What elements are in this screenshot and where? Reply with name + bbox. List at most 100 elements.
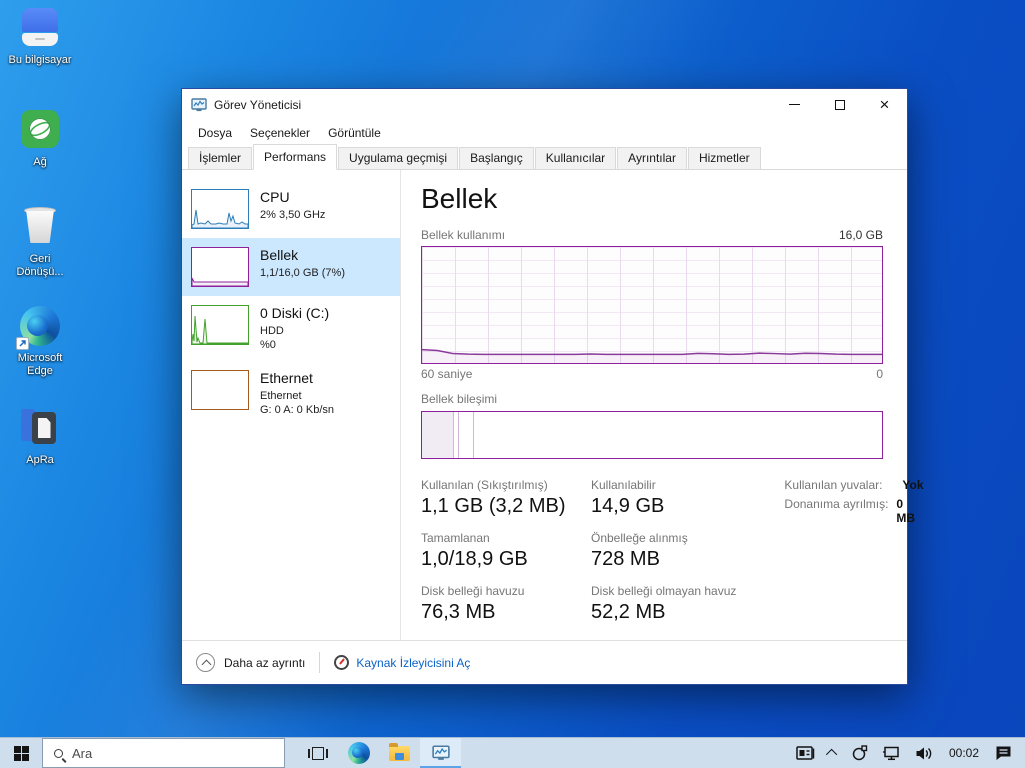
- memory-stats-grid: Kullanılan (Sıkıştırılmış) 1,1 GB (3,2 M…: [421, 478, 736, 624]
- show-hidden-icons-button[interactable]: [822, 738, 844, 768]
- memory-usage-chart: [421, 246, 883, 364]
- usage-chart-max: 16,0 GB: [838, 228, 883, 242]
- stat-cached: Önbelleğe alınmış 728 MB: [591, 531, 688, 570]
- memory-composition-bar: [421, 411, 883, 459]
- menu-file[interactable]: Dosya: [189, 122, 241, 144]
- windows-logo-icon: [13, 745, 29, 761]
- stat-nonpaged-pool: Disk belleği olmayan havuz 52,2 MB: [591, 584, 737, 623]
- system-tray: 00:02: [789, 738, 1025, 768]
- menu-view[interactable]: Görüntüle: [319, 122, 390, 144]
- taskbar: 00:02: [0, 737, 1025, 768]
- desktop-icon-network[interactable]: Ağ: [6, 108, 74, 169]
- desktop-icon-label: Microsoft Edge: [17, 352, 63, 377]
- tab-hizmetler[interactable]: Hizmetler: [687, 147, 761, 169]
- minimize-icon: [789, 104, 800, 105]
- desktop-icon-label: Ağ: [33, 156, 47, 168]
- task-view-button[interactable]: [297, 738, 338, 768]
- cpu-mini-chart: [191, 189, 249, 229]
- ethernet-mini-chart: [191, 370, 249, 410]
- close-button[interactable]: ×: [862, 89, 907, 120]
- action-center-button[interactable]: [988, 738, 1019, 768]
- sidebar-item-disk[interactable]: 0 Diski (C:) HDD %0: [182, 296, 400, 361]
- task-manager-app-icon: [191, 97, 207, 111]
- composition-label: Bellek bileşimi: [421, 392, 498, 406]
- edge-icon: [16, 306, 61, 350]
- taskbar-file-explorer-button[interactable]: [379, 738, 420, 768]
- desktop-icon-label: Bu bilgisayar: [8, 54, 72, 66]
- usage-chart-x-left: 60 saniye: [421, 367, 473, 381]
- network-icon: [19, 110, 61, 152]
- page-title: Bellek: [421, 183, 498, 214]
- file-explorer-icon: [389, 742, 410, 761]
- shortcut-arrow-icon: [16, 337, 29, 350]
- taskbar-edge-button[interactable]: [338, 738, 379, 768]
- performance-sidebar: CPU 2% 3,50 GHz Bellek 1,1/16,0 GB (7%): [182, 170, 401, 640]
- memory-mini-chart: [191, 247, 249, 287]
- stat-paged-pool: Disk belleği havuzu 76,3 MB: [421, 584, 525, 623]
- sidebar-item-memory[interactable]: Bellek 1,1/16,0 GB (7%): [182, 238, 400, 296]
- title-bar[interactable]: Görev Yöneticisi ×: [182, 89, 907, 120]
- volume-button[interactable]: [908, 738, 940, 768]
- close-icon: ×: [879, 95, 890, 114]
- desktop-icon-recycle-bin[interactable]: Geri Dönüşü...: [6, 205, 74, 279]
- open-resource-monitor-link[interactable]: Kaynak İzleyicisini Aç: [334, 655, 470, 670]
- news-and-interests-button[interactable]: [789, 738, 822, 768]
- memory-detail-panel: Bellek Bellek kullanımı 16,0 GB 60 saniy…: [401, 170, 924, 640]
- tab-kullanicilar[interactable]: Kullanıcılar: [534, 147, 617, 169]
- desktop-icon-label: Geri Dönüşü...: [16, 253, 64, 278]
- usage-chart-x-right: 0: [876, 367, 883, 381]
- action-center-icon: [996, 746, 1011, 760]
- composition-segment-standby: [459, 412, 475, 458]
- desktop-icon-label: ApRa: [26, 454, 54, 466]
- menu-bar: Dosya Seçenekler Görüntüle: [182, 120, 907, 146]
- usage-chart-label: Bellek kullanımı: [421, 228, 506, 242]
- maximize-icon: [834, 99, 845, 110]
- desktop-icon-apra[interactable]: ApRa: [6, 408, 74, 467]
- task-manager-window: Görev Yöneticisi × Dosya Seçenekler Görü…: [181, 88, 924, 685]
- speaker-icon: [916, 747, 932, 759]
- news-icon: [796, 745, 815, 760]
- maximize-button[interactable]: [817, 89, 862, 120]
- status-bar: Daha az ayrıntı Kaynak İzleyicisini Aç: [182, 640, 907, 684]
- taskbar-task-manager-button[interactable]: [420, 738, 461, 768]
- window-title: Görev Yöneticisi: [214, 97, 302, 112]
- stat-committed: Tamamlanan 1,0/18,9 GB: [421, 531, 528, 570]
- tab-ayrintilar[interactable]: Ayrıntılar: [617, 147, 687, 169]
- stat-in-use: Kullanılan (Sıkıştırılmış) 1,1 GB (3,2 M…: [421, 478, 566, 517]
- task-manager-icon: [431, 745, 450, 760]
- stat-slots-used: Kullanılan yuvalar: Yok: [784, 478, 924, 492]
- fewer-details-button[interactable]: Daha az ayrıntı: [196, 653, 305, 672]
- edge-icon: [347, 742, 370, 764]
- tab-performans[interactable]: Performans: [253, 144, 338, 170]
- taskbar-search-box[interactable]: [42, 738, 285, 768]
- tab-strip: İşlemler Performans Uygulama geçmişi Baş…: [182, 144, 907, 170]
- composition-segment-free: [474, 412, 882, 458]
- search-icon: [54, 748, 63, 758]
- sidebar-item-cpu[interactable]: CPU 2% 3,50 GHz: [182, 180, 400, 238]
- tab-uygulama-gecmisi[interactable]: Uygulama geçmişi: [338, 147, 459, 169]
- minimize-button[interactable]: [772, 89, 817, 120]
- this-pc-icon: [19, 8, 61, 50]
- taskbar-clock[interactable]: 00:02: [940, 746, 988, 760]
- tab-baslangic[interactable]: Başlangıç: [459, 147, 534, 169]
- menu-options[interactable]: Seçenekler: [241, 122, 319, 144]
- tab-islemler[interactable]: İşlemler: [188, 147, 253, 169]
- stat-hardware-reserved: Donanıma ayrılmış: 0 MB: [784, 497, 915, 525]
- start-button[interactable]: [0, 738, 42, 768]
- screen-clip-icon: [852, 745, 868, 761]
- memory-hardware-stats: Kullanılan yuvalar: Yok Donanıma ayrılmı…: [784, 478, 923, 624]
- chevron-up-icon: [825, 748, 838, 761]
- stat-available: Kullanılabilir 14,9 GB: [591, 478, 665, 517]
- resource-monitor-icon: [334, 655, 350, 670]
- chevron-up-circle-icon: [196, 653, 215, 672]
- tray-screen-clip-button[interactable]: [844, 738, 875, 768]
- network-status-button[interactable]: [875, 738, 908, 768]
- desktop-icon-microsoft-edge[interactable]: Microsoft Edge: [6, 305, 74, 378]
- search-input[interactable]: [72, 745, 252, 761]
- disk-mini-chart: [191, 305, 249, 345]
- sidebar-item-ethernet[interactable]: Ethernet Ethernet G: 0 A: 0 Kb/sn: [182, 361, 400, 426]
- desktop-icon-this-pc[interactable]: Bu bilgisayar: [6, 8, 74, 67]
- apra-folder-icon: [19, 408, 61, 450]
- footer-divider: [319, 652, 321, 673]
- recycle-bin-icon: [19, 207, 61, 249]
